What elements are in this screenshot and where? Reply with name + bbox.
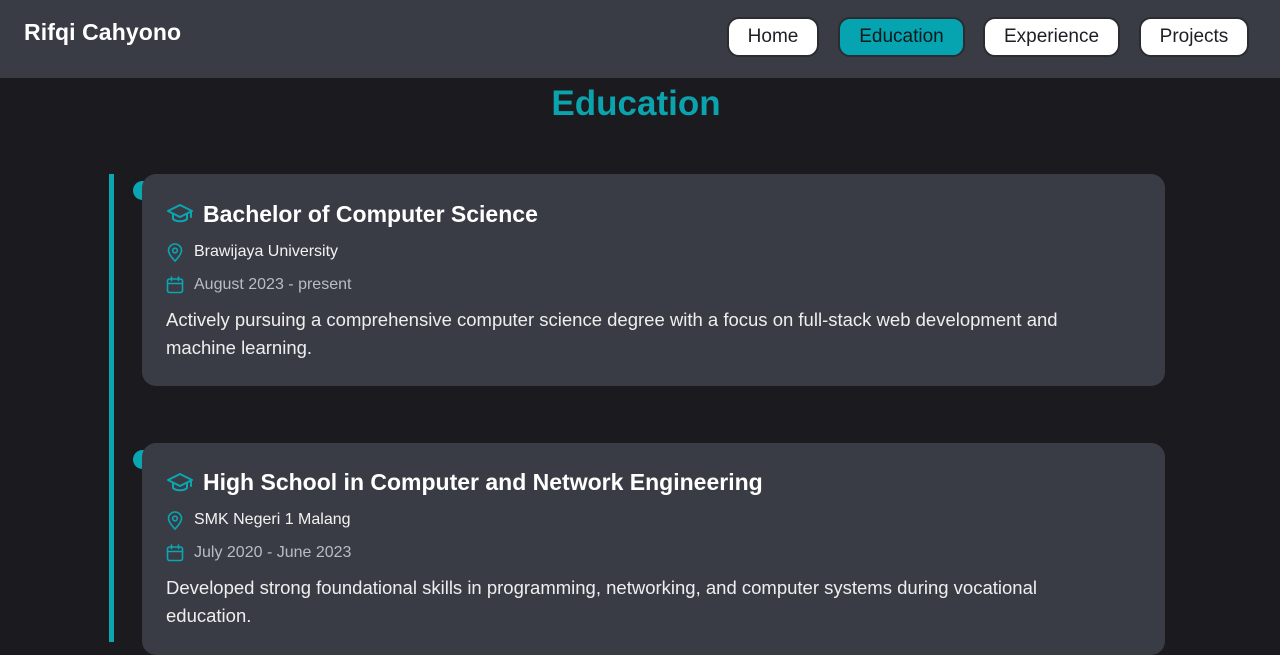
nav-education-button[interactable]: Education <box>838 17 965 57</box>
education-description: Developed strong foundational skills in … <box>166 577 1037 626</box>
graduation-cap-icon <box>167 204 193 223</box>
calendar-icon <box>166 544 184 562</box>
education-card: High School in Computer and Network Engi… <box>142 443 1165 655</box>
nav-home-button[interactable]: Home <box>727 17 819 57</box>
timeline-line <box>109 174 114 642</box>
education-card: Bachelor of Computer Science Brawijaya U… <box>142 174 1165 386</box>
education-description: Actively pursuing a comprehensive comput… <box>166 309 1058 358</box>
calendar-icon <box>166 276 184 294</box>
nav-experience-button[interactable]: Experience <box>983 17 1120 57</box>
study-period: July 2020 - June 2023 <box>194 544 352 561</box>
degree-title: High School in Computer and Network Engi… <box>203 469 763 495</box>
degree-title: Bachelor of Computer Science <box>203 201 538 227</box>
map-pin-icon <box>167 243 183 262</box>
institution-name: SMK Negeri 1 Malang <box>194 511 351 528</box>
map-pin-icon <box>167 511 183 530</box>
institution-name: Brawijaya University <box>194 243 339 260</box>
nav-projects-button[interactable]: Projects <box>1139 17 1249 57</box>
top-navbar: Rifqi Cahyono Home Education Experience … <box>0 0 1280 78</box>
study-period: August 2023 - present <box>194 276 352 293</box>
brand-name[interactable]: Rifqi Cahyono <box>24 19 181 46</box>
page-title: Education <box>551 84 721 123</box>
graduation-cap-icon <box>167 473 193 492</box>
